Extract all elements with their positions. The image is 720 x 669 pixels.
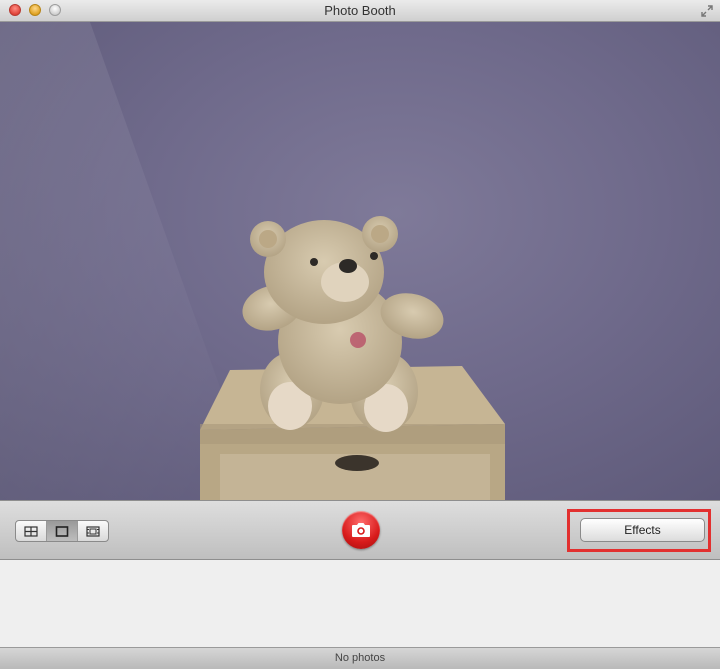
status-bar: No photos (0, 647, 720, 669)
square-icon (55, 525, 69, 537)
window-title: Photo Booth (324, 3, 396, 18)
take-photo-button[interactable] (342, 511, 380, 549)
camera-preview (0, 22, 720, 500)
title-bar: Photo Booth (0, 0, 720, 22)
camera-feed-image (0, 22, 505, 500)
grid-icon (24, 525, 38, 537)
effects-button[interactable]: Effects (580, 518, 705, 542)
movie-clip-mode-button[interactable] (78, 521, 108, 541)
film-icon (86, 525, 100, 537)
four-up-mode-button[interactable] (16, 521, 47, 541)
fullscreen-icon[interactable] (700, 4, 714, 18)
photo-tray (0, 560, 720, 647)
camera-icon (352, 523, 370, 537)
single-photo-mode-button[interactable] (47, 521, 78, 541)
view-mode-selector (15, 520, 109, 542)
